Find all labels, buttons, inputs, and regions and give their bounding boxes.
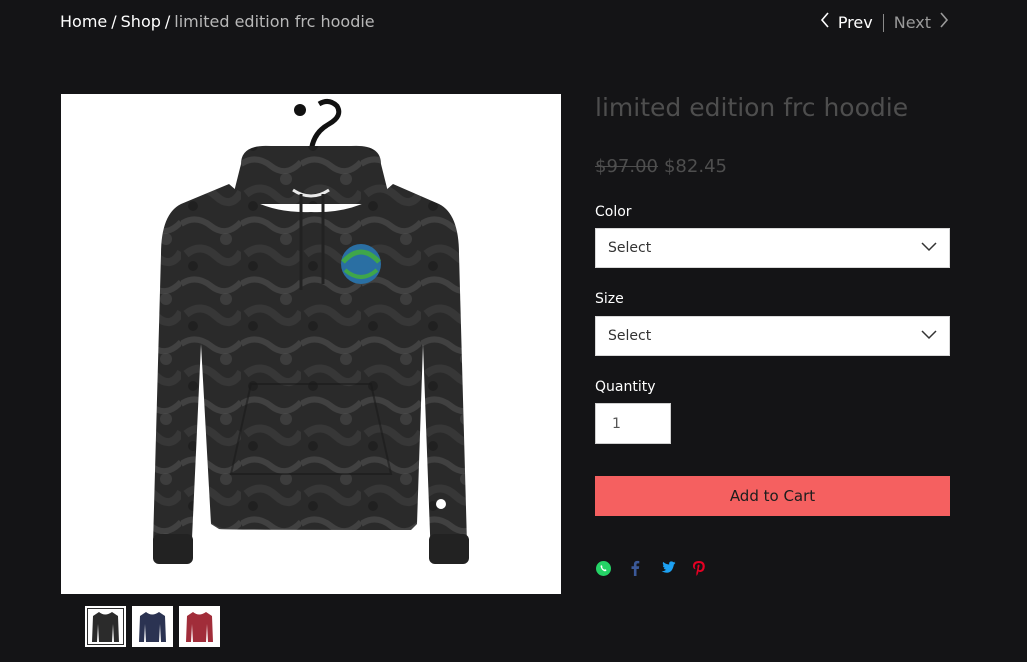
breadcrumb-separator: / [164, 12, 171, 31]
thumbnail-black[interactable] [85, 606, 126, 647]
breadcrumb-shop-link[interactable]: Shop [121, 12, 161, 31]
share-bar [594, 559, 708, 577]
size-select[interactable]: Select [595, 316, 950, 356]
price-block: $97.00 $82.45 [595, 155, 727, 179]
add-to-cart-button[interactable]: Add to Cart [595, 476, 950, 516]
prev-link[interactable]: Prev [820, 12, 873, 33]
breadcrumb-separator: / [111, 12, 117, 31]
original-price: $97.00 [595, 156, 658, 177]
product-main-image[interactable] [61, 94, 561, 594]
chevron-down-icon [921, 240, 937, 256]
color-select[interactable]: Select [595, 228, 950, 268]
twitter-icon[interactable] [658, 559, 676, 577]
prev-label: Prev [837, 12, 873, 32]
next-link[interactable]: Next [894, 12, 949, 33]
hoodie-illustration [153, 98, 469, 564]
pager-divider [882, 13, 884, 32]
quantity-input[interactable] [610, 414, 664, 433]
quantity-stepper[interactable] [595, 403, 671, 444]
next-label: Next [893, 12, 931, 32]
chevron-down-icon [921, 328, 937, 344]
thumbnail-navy[interactable] [132, 606, 173, 647]
color-select-value: Select [608, 240, 652, 256]
breadcrumb-current: limited edition frc hoodie [174, 12, 375, 31]
product-title: limited edition frc hoodie [595, 93, 909, 122]
chevron-left-icon [820, 12, 830, 33]
breadcrumb: Home / Shop / limited edition frc hoodie [60, 12, 375, 32]
breadcrumb-home-link[interactable]: Home [60, 12, 107, 31]
thumbnail-red[interactable] [179, 606, 220, 647]
quantity-label: Quantity [595, 379, 656, 395]
color-label: Color [595, 204, 632, 220]
pinterest-icon[interactable] [690, 559, 708, 577]
chevron-right-icon [939, 12, 949, 33]
facebook-icon[interactable] [626, 559, 644, 577]
sale-price: $82.45 [663, 156, 727, 177]
size-label: Size [595, 291, 624, 307]
thumbnail-strip [85, 606, 220, 647]
product-pager: Prev Next [820, 12, 949, 33]
whatsapp-icon[interactable] [594, 559, 612, 577]
size-select-value: Select [608, 328, 652, 344]
